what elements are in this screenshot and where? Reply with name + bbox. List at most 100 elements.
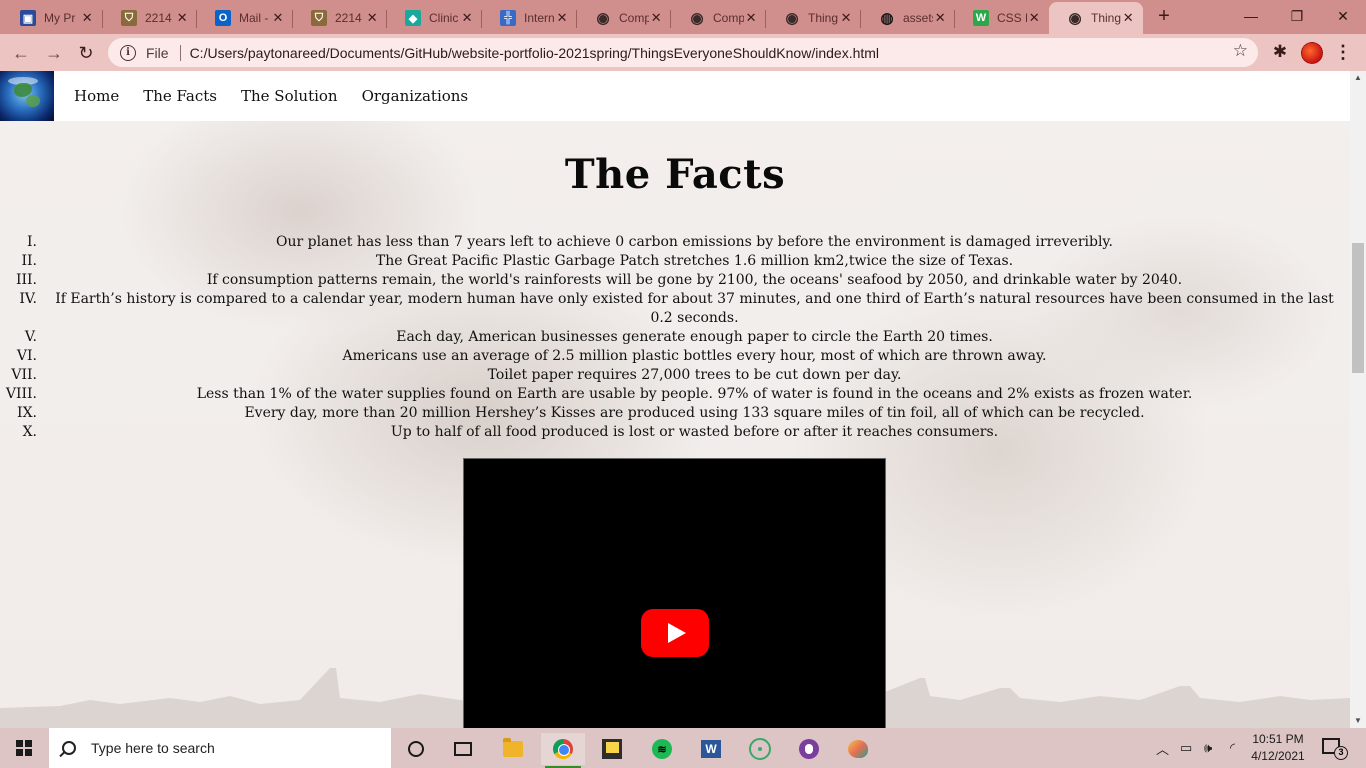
fact-number: III. xyxy=(15,272,37,288)
fact-number: X. xyxy=(22,424,37,440)
back-button[interactable]: ← xyxy=(9,41,33,65)
tab-title: 2214 xyxy=(145,11,172,25)
reload-button[interactable]: ↻ xyxy=(74,41,98,65)
browser-tab[interactable]: ⛉ 2214 ✕ xyxy=(103,2,197,34)
fact-item: II. The Great Pacific Plastic Garbage Pat… xyxy=(0,252,1350,271)
nav-the-solution[interactable]: The Solution xyxy=(241,87,338,105)
tab-close-icon[interactable]: ✕ xyxy=(79,10,95,26)
maximize-button[interactable]: ❐ xyxy=(1274,4,1320,28)
atom-button[interactable] xyxy=(738,733,782,765)
tab-close-icon[interactable]: ✕ xyxy=(365,10,379,26)
task-view-icon xyxy=(454,742,472,756)
minimize-button[interactable]: — xyxy=(1228,4,1274,28)
address-bar[interactable]: i File C:/Users/paytonareed/Documents/Gi… xyxy=(108,38,1258,67)
fact-number: VI. xyxy=(16,348,37,364)
tab-close-icon[interactable]: ✕ xyxy=(1121,10,1135,26)
address-divider xyxy=(179,44,181,61)
browser-tab[interactable]: ╬ Intern ✕ xyxy=(482,2,577,34)
tab-close-icon[interactable]: ✕ xyxy=(271,10,285,26)
fact-item: V. Each day, American businesses generate… xyxy=(0,328,1350,347)
fact-item: VI. Americans use an average of 2.5 milli… xyxy=(0,347,1350,366)
browser-tab[interactable]: ◉ Thing ✕ xyxy=(1049,2,1143,34)
tab-title: Intern xyxy=(524,11,555,25)
tab-close-icon[interactable]: ✕ xyxy=(1027,10,1041,26)
profile-avatar[interactable] xyxy=(1301,42,1323,64)
task-view-button[interactable] xyxy=(441,733,485,765)
fact-text: Every day, more than 20 million Hershey’… xyxy=(244,405,1145,421)
tab-close-icon[interactable]: ✕ xyxy=(839,10,853,26)
tab-close-icon[interactable]: ✕ xyxy=(460,10,474,26)
extensions-puzzle-icon[interactable]: ✱ xyxy=(1270,41,1290,63)
new-tab-button[interactable]: + xyxy=(1152,6,1176,28)
taskbar-search-box[interactable]: Type here to search xyxy=(49,728,391,768)
tab-close-icon[interactable]: ✕ xyxy=(649,10,663,26)
browser-tab[interactable]: ◆ Clinic ✕ xyxy=(387,2,482,34)
tab-close-icon[interactable]: ✕ xyxy=(175,10,189,26)
nav-home[interactable]: Home xyxy=(74,87,119,105)
browser-toolbar: ← → ↻ i File C:/Users/paytonareed/Docume… xyxy=(0,34,1366,71)
notification-count-badge: 3 xyxy=(1334,746,1348,760)
info-icon[interactable]: i xyxy=(120,44,136,61)
cortana-button[interactable] xyxy=(394,733,438,765)
github-desktop-button[interactable] xyxy=(787,733,831,765)
fact-item: III. If consumption patterns remain, the … xyxy=(0,271,1350,290)
youtube-play-button[interactable] xyxy=(641,609,709,657)
browser-tab[interactable]: O Mail - ✕ xyxy=(197,2,293,34)
facts-list: I. Our planet has less than 7 years left … xyxy=(0,233,1350,442)
forward-button[interactable]: → xyxy=(42,41,66,65)
url-text[interactable]: C:/Users/paytonareed/Documents/GitHub/we… xyxy=(190,45,879,61)
tab-close-icon[interactable]: ✕ xyxy=(555,10,569,26)
tab-title: CSS F xyxy=(997,11,1027,25)
spotify-icon: ≋ xyxy=(652,739,672,759)
volume-control[interactable]: 🕪 xyxy=(1204,728,1212,768)
chevron-up-icon: ︿ xyxy=(1156,741,1170,757)
action-center-button[interactable]: 3 xyxy=(1322,736,1348,760)
nav-organizations[interactable]: Organizations xyxy=(362,87,469,105)
scrollbar-thumb[interactable] xyxy=(1352,243,1364,373)
fact-text: Our planet has less than 7 years left to… xyxy=(276,234,1113,250)
close-window-button[interactable]: ✕ xyxy=(1320,4,1366,28)
page-title: The Facts xyxy=(564,151,786,198)
scroll-up-arrow-icon[interactable]: ▲ xyxy=(1350,71,1366,85)
browser-tab[interactable]: W CSS F✕ xyxy=(955,2,1049,34)
word-button[interactable]: W xyxy=(689,733,733,765)
spotify-button[interactable]: ≋ xyxy=(640,733,684,765)
start-button[interactable] xyxy=(0,728,48,768)
fact-number: IX. xyxy=(17,405,37,421)
fact-item: I. Our planet has less than 7 years left … xyxy=(0,233,1350,252)
nav-the-facts[interactable]: The Facts xyxy=(143,87,217,105)
folder-icon xyxy=(503,738,523,757)
show-hidden-icons-button[interactable]: ︿ xyxy=(1156,728,1169,768)
tab-close-icon[interactable]: ✕ xyxy=(744,10,758,26)
tab-close-icon[interactable]: ✕ xyxy=(933,10,947,26)
clock-time: 10:51 PM xyxy=(1252,732,1304,746)
browser-menu-icon[interactable]: ⋮ xyxy=(1334,41,1352,63)
chrome-taskbar-button[interactable] xyxy=(541,733,585,768)
page-scrollbar[interactable]: ▲ ▼ xyxy=(1350,71,1366,728)
wifi-icon: ◜ xyxy=(1230,740,1236,755)
earth-logo[interactable] xyxy=(0,71,54,121)
browser-tab[interactable]: ⛉ 2214 ✕ xyxy=(293,2,387,34)
bookmark-star-icon[interactable]: ☆ xyxy=(1233,41,1248,61)
browser-tab[interactable]: ▣ My Pr ✕ xyxy=(2,2,103,34)
tab-title: 2214 xyxy=(335,11,362,25)
file-explorer-button[interactable] xyxy=(491,733,535,765)
fact-text: Toilet paper requires 27,000 trees to be… xyxy=(487,367,902,383)
site-nav-links: Home The Facts The Solution Organization… xyxy=(74,71,492,121)
network-status[interactable]: ◜ xyxy=(1230,728,1235,768)
paint-button[interactable] xyxy=(836,733,880,765)
word-icon: W xyxy=(701,740,721,758)
scroll-down-arrow-icon[interactable]: ▼ xyxy=(1350,714,1366,728)
chart-icon: ╬ xyxy=(500,10,516,26)
battery-status[interactable]: ▭ xyxy=(1180,728,1192,768)
sticky-notes-button[interactable] xyxy=(590,733,634,765)
browser-tab[interactable]: ◉ Comp ✕ xyxy=(577,2,671,34)
browser-tab[interactable]: ◍ assets✕ xyxy=(861,2,955,34)
fact-text: If Earth’s history is compared to a cale… xyxy=(55,291,1334,326)
browser-tab[interactable]: ◉ Thing ✕ xyxy=(766,2,861,34)
atom-icon xyxy=(749,738,771,760)
youtube-video-embed[interactable] xyxy=(463,458,886,728)
tab-title: Comp xyxy=(713,11,745,25)
browser-tab[interactable]: ◉ Comp ✕ xyxy=(671,2,766,34)
taskbar-clock[interactable]: 10:51 PM 4/12/2021 xyxy=(1240,731,1316,765)
